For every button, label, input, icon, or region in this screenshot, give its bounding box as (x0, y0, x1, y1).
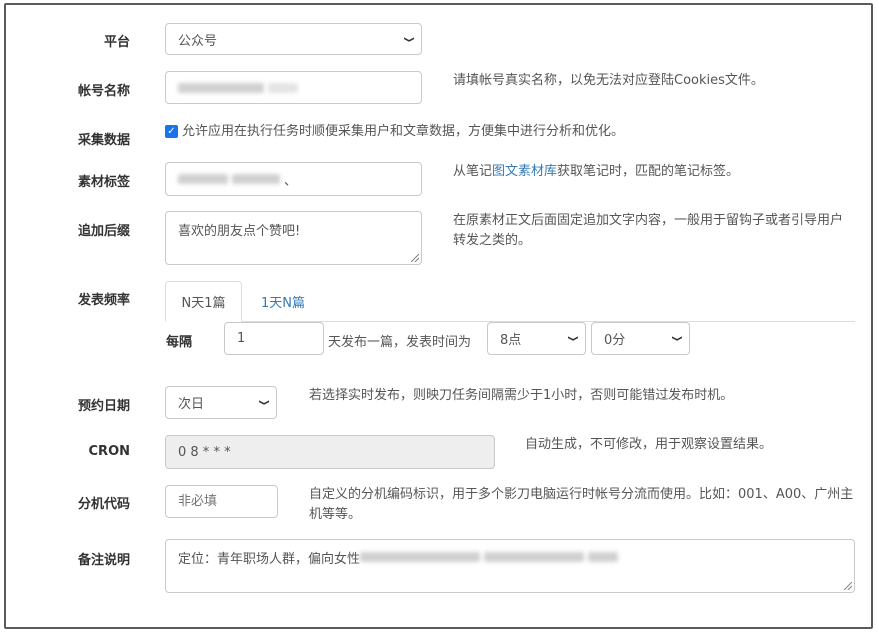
cron-value: 0 8 * * * (178, 444, 231, 460)
days-input[interactable]: 1 (224, 322, 324, 355)
platform-select[interactable]: 公众号 ❯ (165, 23, 422, 55)
schedule-date-help: 若选择实时发布，则映刀任务间隔需少于1小时，否则可能错过发布时机。 (309, 388, 734, 403)
remark-label: 备注说明 (77, 553, 130, 568)
suffix-textarea[interactable]: 喜欢的朋友点个赞吧! (165, 211, 422, 265)
blurred-text (360, 552, 481, 562)
chevron-down-icon: ❯ (567, 335, 579, 342)
hour-value: 8点 (500, 333, 522, 348)
form-panel (4, 3, 873, 629)
account-name-help: 请填帐号真实名称，以免无法对应登陆Cookies文件。 (453, 73, 764, 88)
blurred-text (588, 552, 619, 562)
chevron-down-icon: ❯ (258, 399, 270, 406)
blurred-text (268, 82, 298, 93)
material-library-link[interactable]: 图文素材库 (492, 164, 557, 179)
cron-label: CRON (88, 444, 130, 459)
help-text: 获取笔记时，匹配的笔记标签。 (557, 164, 740, 179)
suffix-help: 在原素材正文后面固定追加文字内容，一般用于留钩子或者引导用户转发之类的。 (453, 213, 844, 248)
minute-value: 0分 (604, 333, 626, 348)
material-tag-suffix: 、 (284, 173, 298, 189)
platform-label: 平台 (103, 35, 130, 50)
collect-label: 采集数据 (77, 133, 130, 148)
chevron-down-icon: ❯ (671, 335, 683, 342)
frequency-label: 发表频率 (77, 293, 130, 308)
remark-value: 定位：青年职场人群，偏向女性 (178, 552, 361, 567)
material-tag-label: 素材标签 (77, 175, 130, 190)
days-value: 1 (237, 331, 246, 346)
account-name-input[interactable] (165, 71, 422, 104)
frequency-mid-text: 天发布一篇，发表时间为 (328, 335, 472, 350)
blurred-text (178, 82, 264, 93)
blurred-text (232, 174, 280, 184)
resize-handle[interactable] (411, 254, 419, 262)
material-tag-input[interactable]: 、 (165, 162, 422, 196)
schedule-date-value: 次日 (178, 397, 205, 412)
resize-handle[interactable] (844, 582, 852, 590)
cron-help: 自动生成，不可修改，用于观察设置结果。 (525, 437, 773, 452)
every-label: 每隔 (166, 335, 193, 350)
machine-code-input[interactable] (165, 485, 278, 518)
platform-value: 公众号 (178, 33, 218, 49)
help-text: 从笔记 (453, 164, 493, 179)
machine-code-help: 自定义的分机编码标识，用于多个影刀电脑运行时帐号分流而使用。比如：001、A00… (309, 487, 854, 522)
minute-select[interactable]: 0分 ❯ (591, 322, 690, 355)
collect-checkbox[interactable]: ✓ (165, 125, 178, 138)
material-tag-help: 从笔记图文素材库获取笔记时，匹配的笔记标签。 (453, 162, 739, 182)
machine-code-label: 分机代码 (77, 497, 130, 512)
schedule-date-label: 预约日期 (77, 399, 130, 414)
remark-textarea[interactable]: 定位：青年职场人群，偏向女性 (165, 539, 855, 593)
account-name-label: 帐号名称 (77, 84, 130, 99)
chevron-down-icon: ❯ (403, 35, 415, 43)
hour-select[interactable]: 8点 ❯ (487, 322, 586, 355)
tab-n-days-one-post[interactable]: N天1篇 (165, 281, 242, 322)
tab-one-day-n-posts[interactable]: 1天N篇 (246, 281, 320, 322)
collect-checkbox-text: 允许应用在执行任务时顺便采集用户和文章数据，方便集中进行分析和优化。 (182, 124, 625, 139)
cron-input: 0 8 * * * (165, 435, 495, 469)
blurred-text (484, 552, 585, 562)
blurred-text (178, 174, 228, 184)
suffix-label: 追加后缀 (77, 224, 130, 239)
suffix-value: 喜欢的朋友点个赞吧! (178, 224, 301, 239)
schedule-date-select[interactable]: 次日 ❯ (165, 386, 277, 419)
